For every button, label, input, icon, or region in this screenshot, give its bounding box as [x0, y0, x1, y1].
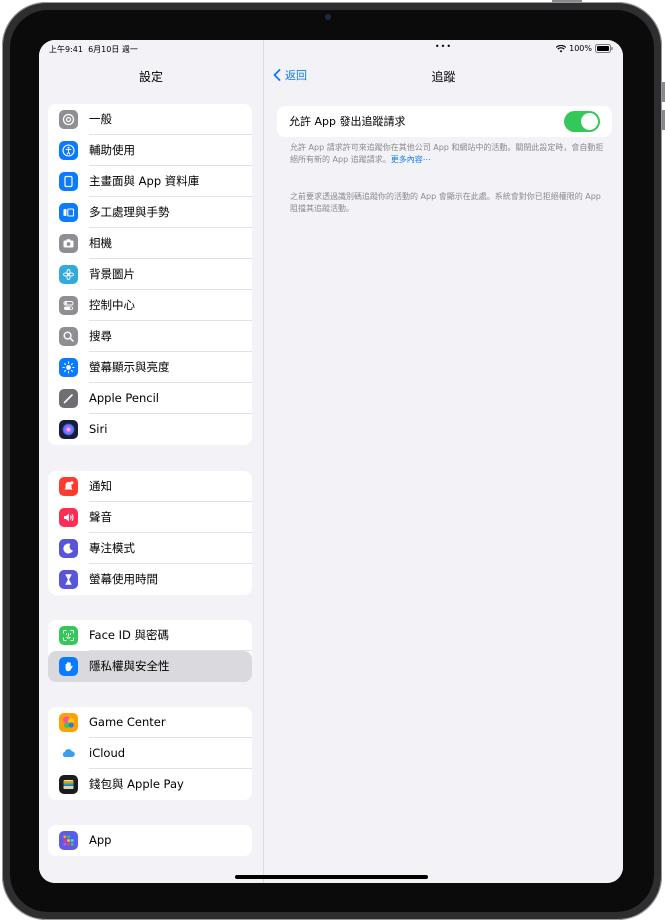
sidebar-item-search[interactable]: 搜尋 [48, 321, 252, 352]
home-screen-icon [59, 172, 78, 191]
sidebar-item-label: 螢幕顯示與亮度 [89, 352, 252, 383]
wallpaper-icon [59, 265, 78, 284]
sidebar-item-label: 控制中心 [89, 290, 252, 321]
sidebar-item-privacy-hand[interactable]: 隱私權與安全性 [48, 651, 252, 682]
search-icon [59, 327, 78, 346]
sidebar-item-app[interactable]: App [48, 825, 252, 856]
sidebar-item-label: 專注模式 [89, 533, 252, 564]
screen: 上午9:41 6月10日 週一 設定 一般 輔助使用 主畫面與 App 資料庫 多工處… [39, 40, 623, 883]
camera-icon [59, 234, 78, 253]
sidebar-title: 設定 [138, 70, 163, 84]
page-title: 追蹤 [431, 70, 456, 84]
sidebar-item-label: App [89, 833, 112, 847]
settings-group-5: App [48, 825, 252, 856]
settings-group-2: 通知 聲音 專注模式螢幕使用時間 [48, 471, 252, 595]
sidebar-item-label: 聲音 [89, 502, 252, 533]
pencil-icon [59, 389, 78, 408]
tracking-footer-note: 允許 App 請求許可來追蹤你在其他公司 App 和網站中的活動。關閉此設定時，… [290, 142, 608, 166]
sidebar-item-hourglass[interactable]: 螢幕使用時間 [48, 564, 252, 595]
sidebar-item-sound[interactable]: 聲音 [48, 502, 252, 533]
sidebar-item-focus-moon[interactable]: 專注模式 [48, 533, 252, 564]
status-date-text: 6月10日 週一 [88, 45, 138, 54]
sidebar-item-label: 主畫面與 App 資料庫 [89, 166, 252, 197]
battery-percent: 100% [569, 44, 592, 53]
footer-text: 允許 App 請求許可來追蹤你在其他公司 App 和網站中的活動。關閉此設定時，… [290, 143, 604, 164]
sidebar-item-label: Siri [89, 422, 108, 436]
accessibility-icon [59, 141, 78, 160]
toggle-knob [581, 113, 598, 130]
front-camera-icon [325, 14, 331, 20]
sidebar-item-accessibility[interactable]: 輔助使用 [48, 135, 252, 166]
sidebar-item-multitasking[interactable]: 多工處理與手勢 [48, 197, 252, 228]
sidebar-item-gear[interactable]: 一般 [48, 104, 252, 135]
settings-sidebar: 上午9:41 6月10日 週一 設定 一般 輔助使用 主畫面與 App 資料庫 多工處… [39, 40, 264, 883]
sidebar-item-label: 一般 [89, 104, 252, 135]
sidebar-item-label: 搜尋 [89, 321, 252, 352]
sidebar-item-brightness[interactable]: 螢幕顯示與亮度 [48, 352, 252, 383]
sidebar-item-label: 背景圖片 [89, 259, 252, 290]
sidebar-item-app[interactable]: 主畫面與 App 資料庫 [48, 166, 252, 197]
focus-moon-icon [59, 539, 78, 558]
sidebar-item-label: 隱私權與安全性 [89, 659, 170, 673]
sidebar-item-game-center[interactable]: Game Center [48, 707, 252, 738]
apps-grid-icon [59, 831, 78, 850]
sidebar-item-apple-pencil[interactable]: Apple Pencil [48, 383, 252, 414]
sidebar-item-control-center[interactable]: 控制中心 [48, 290, 252, 321]
settings-group-3: Face ID 與密碼隱私權與安全性 [48, 620, 252, 682]
sidebar-item-apple-pay[interactable]: 錢包與 Apple Pay [48, 769, 252, 800]
sound-icon [59, 508, 78, 527]
tracking-detail-pane: ••• 100% 返回 追蹤 允許 App 發出追蹤請求 允許 App 請求許可… [264, 40, 623, 883]
sidebar-item-label: 錢包與 Apple Pay [89, 777, 184, 791]
sidebar-item-notifications[interactable]: 通知 [48, 471, 252, 502]
sidebar-item-label: 相機 [89, 228, 252, 259]
notifications-icon [59, 477, 78, 496]
tracking-apps-note: 之前要求透過識別碼追蹤你的活動的 App 會顯示在此處。系統會對你已拒絕權限的 … [290, 192, 601, 213]
control-center-icon [59, 296, 78, 315]
sidebar-item-camera[interactable]: 相機 [48, 228, 252, 259]
top-button[interactable] [552, 0, 582, 2]
settings-group-1: 一般 輔助使用 主畫面與 App 資料庫 多工處理與手勢 相機 背景圖片 控制中心 搜尋 螢幕顯… [48, 104, 252, 445]
sidebar-item-siri[interactable]: Siri [48, 414, 252, 445]
sidebar-item-label: Game Center [89, 707, 252, 738]
gear-icon [59, 110, 78, 129]
game-center-icon [59, 713, 78, 732]
sidebar-item-label: 螢幕使用時間 [89, 572, 158, 586]
sidebar-item-icloud[interactable]: iCloud [48, 738, 252, 769]
sidebar-item-label: 多工處理與手勢 [89, 197, 252, 228]
tracking-toggle-row: 允許 App 發出追蹤請求 [277, 106, 612, 137]
sidebar-item-label: 通知 [89, 471, 252, 502]
status-right: 100% [556, 44, 613, 53]
status-time-text: 上午9:41 [49, 45, 83, 54]
brightness-icon [59, 358, 78, 377]
home-indicator[interactable] [235, 875, 428, 879]
sidebar-item-label: iCloud [89, 738, 252, 769]
hourglass-icon [59, 570, 78, 589]
sidebar-item-face-id[interactable]: Face ID 與密碼 [48, 620, 252, 651]
multitasking-icon [59, 203, 78, 222]
icloud-icon [59, 744, 78, 763]
status-time: 上午9:41 6月10日 週一 [49, 44, 138, 55]
tracking-toggle-label: 允許 App 發出追蹤請求 [289, 115, 406, 128]
sidebar-item-wallpaper[interactable]: 背景圖片 [48, 259, 252, 290]
sidebar-item-label: Apple Pencil [89, 383, 252, 414]
siri-icon [59, 420, 78, 439]
privacy-hand-icon [59, 657, 78, 676]
face-id-icon [59, 626, 78, 645]
learn-more-link[interactable]: 更多內容⋯ [391, 155, 431, 164]
battery-icon [595, 44, 613, 53]
sidebar-item-label: 輔助使用 [89, 135, 252, 166]
wifi-icon [556, 44, 567, 52]
wallet-icon [59, 775, 78, 794]
sidebar-item-label: Face ID 與密碼 [89, 620, 252, 651]
settings-group-4: Game Center iCloud 錢包與 Apple Pay [48, 707, 252, 800]
allow-tracking-toggle[interactable] [564, 111, 600, 132]
